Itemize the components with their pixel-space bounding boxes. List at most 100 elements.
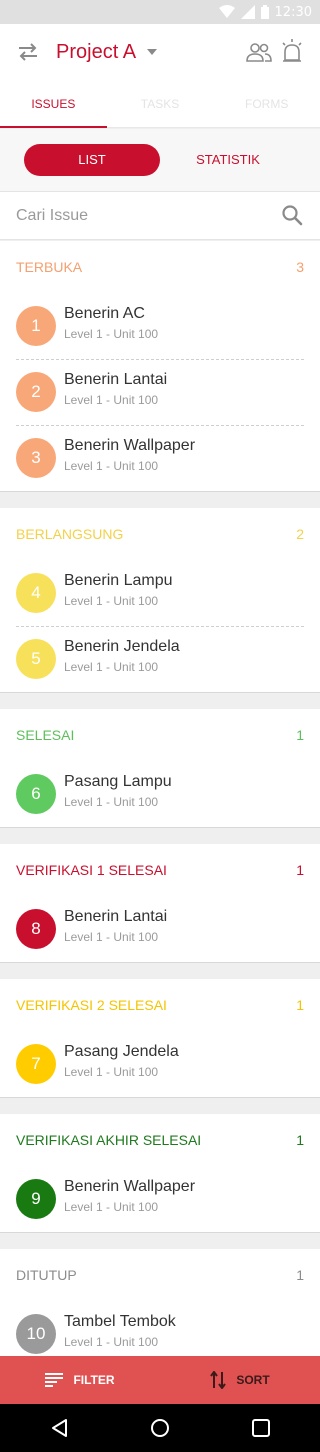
section-title: SELESAI <box>16 727 75 743</box>
issue-title: Tambel Tembok <box>64 1313 176 1330</box>
issue-list-item[interactable]: 8 Benerin Lantai Level 1 - Unit 100 <box>0 896 320 962</box>
section-title: TERBUKA <box>16 259 83 275</box>
section-header: SELESAI 1 <box>0 709 320 761</box>
issue-location: Level 1 - Unit 100 <box>64 459 159 473</box>
filter-button[interactable]: FILTER <box>0 1356 160 1404</box>
recent-apps-icon[interactable] <box>252 1419 270 1437</box>
issue-list-item[interactable]: 9 Benerin Wallpaper Level 1 - Unit 100 <box>0 1166 320 1232</box>
section-count: 1 <box>296 862 304 878</box>
issue-title: Benerin Lantai <box>64 371 168 388</box>
issue-number-badge: 1 <box>16 306 56 346</box>
issue-list-item[interactable]: 1 Benerin AC Level 1 - Unit 100 <box>0 293 320 359</box>
section-title: VERIFIKASI 1 SELESAI <box>16 862 167 878</box>
filter-label: FILTER <box>73 1373 115 1387</box>
issue-location: Level 1 - Unit 100 <box>64 1335 159 1349</box>
issue-location: Level 1 - Unit 100 <box>64 1200 159 1214</box>
section-count: 1 <box>296 727 304 743</box>
section-terbuka: TERBUKA 3 1 Benerin AC Level 1 - Unit 100 2 Be… <box>0 241 320 492</box>
sort-icon <box>210 1371 227 1389</box>
section-header: DITUTUP 1 <box>0 1249 320 1301</box>
issue-location: Level 1 - Unit 100 <box>64 393 159 407</box>
issue-list-item[interactable]: 2 Benerin Lantai Level 1 - Unit 100 <box>0 359 320 425</box>
project-title[interactable]: Project A <box>56 39 136 65</box>
search-input[interactable] <box>16 204 266 228</box>
section-verifikasi-1-selesai: VERIFIKASI 1 SELESAI 1 8 Benerin Lantai Leve… <box>0 844 320 963</box>
section-header: VERIFIKASI 1 SELESAI 1 <box>0 844 320 896</box>
caret-down-icon[interactable] <box>146 46 158 58</box>
issue-title: Pasang Lampu <box>64 773 172 790</box>
app-bar: Project A <box>0 24 320 80</box>
signal-icon <box>240 5 255 19</box>
issue-list-item[interactable]: 5 Benerin Jendela Level 1 - Unit 100 <box>0 626 320 692</box>
issue-list-item[interactable]: 3 Benerin Wallpaper Level 1 - Unit 100 <box>0 425 320 491</box>
issue-title: Benerin Lampu <box>64 572 173 589</box>
bottom-action-bar: FILTER SORT <box>0 1356 320 1404</box>
back-icon[interactable] <box>50 1418 70 1438</box>
battery-icon <box>260 5 269 19</box>
system-nav-bar <box>0 1404 320 1452</box>
issue-location: Level 1 - Unit 100 <box>64 930 159 944</box>
tab-bar: ISSUES TASKS FORMS <box>0 80 320 128</box>
section-title: BERLANGSUNG <box>16 526 124 542</box>
swap-icon[interactable] <box>16 40 40 64</box>
search-icon[interactable] <box>281 204 303 226</box>
issue-list-item[interactable]: 6 Pasang Lampu Level 1 - Unit 100 <box>0 761 320 827</box>
issue-number-badge: 6 <box>16 774 56 814</box>
alarm-icon[interactable] <box>280 38 304 64</box>
issue-title: Benerin AC <box>64 305 145 322</box>
section-header: BERLANGSUNG 2 <box>0 508 320 560</box>
wifi-icon <box>218 5 235 18</box>
section-count: 1 <box>296 1267 304 1283</box>
status-icons: 12:30 <box>218 4 312 20</box>
section-header: TERBUKA 3 <box>0 241 320 293</box>
home-icon[interactable] <box>150 1418 170 1438</box>
issue-list-item[interactable]: 4 Benerin Lampu Level 1 - Unit 100 <box>0 560 320 626</box>
issue-title: Benerin Wallpaper <box>64 1178 196 1195</box>
issue-location: Level 1 - Unit 100 <box>64 660 159 674</box>
sort-label: SORT <box>236 1373 270 1387</box>
issue-number-badge: 3 <box>16 438 56 478</box>
tab-tasks[interactable]: TASKS <box>107 80 214 127</box>
section-selesai: SELESAI 1 6 Pasang Lampu Level 1 - Unit 100 <box>0 709 320 828</box>
list-toggle-button[interactable]: LIST <box>24 144 160 176</box>
search-bar <box>0 192 320 240</box>
status-bar: 12:30 <box>0 0 320 24</box>
section-header: VERIFIKASI 2 SELESAI 1 <box>0 979 320 1031</box>
issue-location: Level 1 - Unit 100 <box>64 594 159 608</box>
section-berlangsung: BERLANGSUNG 2 4 Benerin Lampu Level 1 - Unit… <box>0 508 320 693</box>
issue-number-badge: 8 <box>16 909 56 949</box>
status-time: 12:30 <box>274 4 312 20</box>
issue-location: Level 1 - Unit 100 <box>64 1065 159 1079</box>
issue-location: Level 1 - Unit 100 <box>64 795 159 809</box>
sort-button[interactable]: SORT <box>160 1356 320 1404</box>
view-toggle: LIST STATISTIK <box>0 129 320 192</box>
issue-number-badge: 7 <box>16 1044 56 1084</box>
filter-icon <box>45 1373 64 1387</box>
issue-number-badge: 5 <box>16 639 56 679</box>
section-verifikasi-2-selesai: VERIFIKASI 2 SELESAI 1 7 Pasang Jendela Leve… <box>0 979 320 1098</box>
tab-issues[interactable]: ISSUES <box>0 80 107 128</box>
tab-forms[interactable]: FORMS <box>213 80 320 127</box>
statistik-toggle-button[interactable]: STATISTIK <box>160 144 296 176</box>
section-count: 1 <box>296 1132 304 1148</box>
section-count: 1 <box>296 997 304 1013</box>
section-count: 2 <box>296 526 304 542</box>
people-icon[interactable] <box>246 40 272 64</box>
issue-number-badge: 2 <box>16 372 56 412</box>
issue-title: Benerin Lantai <box>64 908 168 925</box>
section-title: VERIFIKASI AKHIR SELESAI <box>16 1132 202 1148</box>
issue-title: Pasang Jendela <box>64 1043 179 1060</box>
section-title: VERIFIKASI 2 SELESAI <box>16 997 167 1013</box>
issue-title: Benerin Jendela <box>64 638 180 655</box>
issue-number-badge: 4 <box>16 573 56 613</box>
section-title: DITUTUP <box>16 1267 77 1283</box>
issue-number-badge: 9 <box>16 1179 56 1219</box>
issue-title: Benerin Wallpaper <box>64 437 196 454</box>
issue-number-badge: 10 <box>16 1314 56 1354</box>
section-verifikasi-akhir-selesai: VERIFIKASI AKHIR SELESAI 1 9 Benerin Wallpa… <box>0 1114 320 1233</box>
section-header: VERIFIKASI AKHIR SELESAI 1 <box>0 1114 320 1166</box>
issue-location: Level 1 - Unit 100 <box>64 327 159 341</box>
section-ditutup: DITUTUP 1 10 Tambel Tembok Level 1 - Unit 10… <box>0 1249 320 1368</box>
issue-list-item[interactable]: 7 Pasang Jendela Level 1 - Unit 100 <box>0 1031 320 1097</box>
section-count: 3 <box>296 259 304 275</box>
